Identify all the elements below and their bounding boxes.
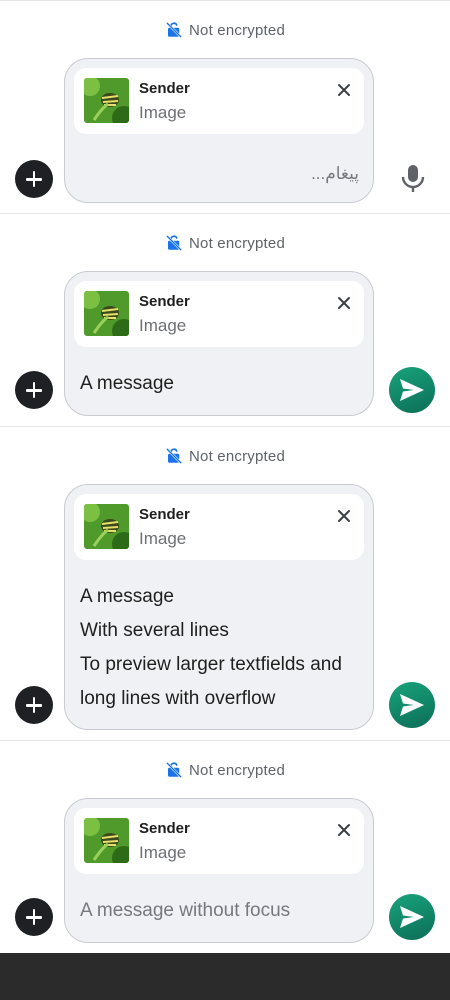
message-input-line: To preview larger textfields and	[80, 654, 342, 675]
close-icon[interactable]	[334, 80, 354, 100]
reply-content-type: Image	[139, 103, 187, 122]
reply-sender: Sender	[139, 293, 190, 310]
composer-preview-empty: Not encrypted Sender Image پیغام...	[0, 0, 450, 212]
mic-icon[interactable]	[399, 163, 427, 193]
message-composer: Sender Image A message	[64, 271, 374, 416]
reply-sender: Sender	[139, 820, 190, 837]
encryption-label: Not encrypted	[189, 447, 285, 465]
no-encryption-lock-icon	[165, 234, 183, 252]
send-icon	[399, 905, 425, 929]
close-icon[interactable]	[334, 820, 354, 840]
composer-preview-multiline: Not encrypted Sender Image A message Wit…	[0, 426, 450, 740]
close-icon[interactable]	[334, 293, 354, 313]
add-icon[interactable]	[15, 686, 53, 724]
reply-sender: Sender	[139, 506, 190, 523]
reply-thumbnail-image	[84, 818, 129, 863]
close-icon[interactable]	[334, 506, 354, 526]
send-icon	[399, 378, 425, 402]
encryption-status: Not encrypted	[0, 447, 450, 465]
send-icon	[399, 693, 425, 717]
reply-content-type: Image	[139, 843, 187, 862]
no-encryption-lock-icon	[165, 447, 183, 465]
send-button[interactable]	[389, 367, 435, 413]
encryption-label: Not encrypted	[189, 234, 285, 252]
reply-preview: Sender Image	[74, 494, 364, 560]
message-input[interactable]: پیغام...	[311, 164, 359, 184]
reply-thumbnail-image	[84, 78, 129, 123]
message-input-line: With several lines	[80, 620, 229, 641]
message-input-line: long lines with overflow	[80, 688, 276, 709]
no-encryption-lock-icon	[165, 21, 183, 39]
reply-preview: Sender Image	[74, 68, 364, 134]
message-input[interactable]: A message	[80, 367, 174, 401]
send-button[interactable]	[389, 682, 435, 728]
reply-sender: Sender	[139, 80, 190, 97]
reply-thumbnail-image	[84, 504, 129, 549]
reply-content-type: Image	[139, 316, 187, 335]
encryption-label: Not encrypted	[189, 761, 285, 779]
reply-thumbnail-image	[84, 291, 129, 336]
encryption-status: Not encrypted	[0, 21, 450, 39]
add-icon[interactable]	[15, 160, 53, 198]
message-input-line: A message	[80, 586, 174, 607]
encryption-status: Not encrypted	[0, 234, 450, 252]
reply-preview: Sender Image	[74, 808, 364, 874]
composer-preview-unfocused: Not encrypted Sender Image A message wit…	[0, 740, 450, 952]
message-composer: Sender Image A message With several line…	[64, 484, 374, 730]
message-input[interactable]: A message without focus	[80, 894, 290, 928]
navigation-bar	[0, 953, 450, 1000]
composer-preview-single-line: Not encrypted Sender Image A message	[0, 213, 450, 425]
encryption-label: Not encrypted	[189, 21, 285, 39]
reply-content-type: Image	[139, 529, 187, 548]
add-icon[interactable]	[15, 898, 53, 936]
no-encryption-lock-icon	[165, 761, 183, 779]
message-composer: Sender Image پیغام...	[64, 58, 374, 203]
reply-preview: Sender Image	[74, 281, 364, 347]
add-icon[interactable]	[15, 371, 53, 409]
encryption-status: Not encrypted	[0, 761, 450, 779]
send-button[interactable]	[389, 894, 435, 940]
message-composer: Sender Image A message without focus	[64, 798, 374, 943]
